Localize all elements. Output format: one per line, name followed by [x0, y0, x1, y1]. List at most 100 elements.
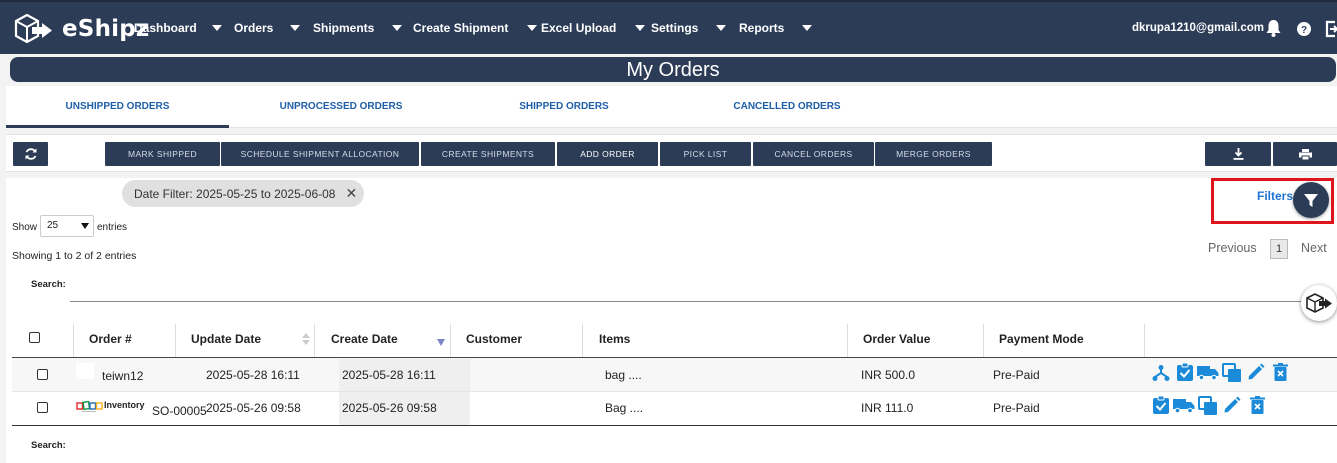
- edit-icon[interactable]: [1223, 396, 1241, 419]
- nav-orders[interactable]: Orders: [234, 21, 301, 35]
- chevron-down-icon: [527, 25, 538, 31]
- source-name: Inventory: [104, 400, 145, 410]
- order-number[interactable]: teiwn12: [102, 369, 143, 383]
- pick-list-button[interactable]: PICK LIST: [660, 142, 751, 166]
- clipboard-check-icon[interactable]: [1176, 362, 1194, 386]
- chevron-down-icon: [802, 25, 813, 31]
- header-update-date[interactable]: Update Date: [191, 332, 261, 346]
- download-button[interactable]: [1205, 142, 1271, 166]
- header-items[interactable]: Items: [599, 332, 630, 346]
- entries-label: entries: [97, 222, 128, 233]
- copy-icon[interactable]: [1198, 396, 1218, 420]
- tab-shipped-orders[interactable]: SHIPPED ORDERS: [453, 86, 675, 128]
- update-date: 2025-05-28 16:11: [206, 368, 300, 382]
- order-number[interactable]: SO-00005: [152, 404, 207, 418]
- bell-icon[interactable]: [1265, 19, 1282, 42]
- user-email[interactable]: dkrupa1210@gmail.com: [1132, 22, 1264, 34]
- eshipz-float-icon[interactable]: [1301, 285, 1337, 321]
- items: Bag ....: [605, 401, 644, 415]
- filters-link[interactable]: Filters: [1257, 189, 1293, 203]
- create-shipments-button[interactable]: CREATE SHIPMENTS: [421, 142, 555, 166]
- order-toolbar: MARK SHIPPED SCHEDULE SHIPMENT ALLOCATIO…: [6, 134, 1337, 172]
- copy-icon[interactable]: [1222, 363, 1242, 387]
- zoho-logo-icon: [76, 400, 103, 418]
- select-all-checkbox[interactable]: [29, 332, 40, 343]
- truck-icon[interactable]: [1173, 398, 1195, 418]
- delete-icon[interactable]: [1250, 396, 1265, 419]
- nav-label: Dashboard: [134, 21, 197, 35]
- sort-desc-icon: [302, 340, 310, 345]
- delete-icon[interactable]: [1273, 363, 1288, 386]
- merge-orders-button[interactable]: MERGE ORDERS: [875, 142, 992, 166]
- add-order-button[interactable]: ADD ORDER: [557, 142, 658, 166]
- order-value: INR 500.0: [861, 368, 916, 382]
- nav-shipments[interactable]: Shipments: [313, 21, 403, 35]
- entries-select[interactable]: 25: [40, 215, 94, 237]
- entries-value: 25: [47, 220, 59, 231]
- payment-mode: Pre-Paid: [993, 401, 1040, 415]
- search-label: Search:: [31, 279, 66, 290]
- box-arrow-logo-icon: [12, 12, 54, 46]
- help-icon[interactable]: ?: [1297, 22, 1311, 41]
- date-filter-text: Date Filter: 2025-05-25 to 2025-06-08: [134, 186, 336, 201]
- chevron-down-icon: [81, 223, 89, 229]
- nav-settings[interactable]: Settings: [651, 21, 727, 35]
- print-button[interactable]: [1273, 142, 1337, 166]
- tab-unprocessed-orders[interactable]: UNPROCESSED ORDERS: [229, 86, 453, 128]
- page-title: My Orders: [10, 57, 1336, 82]
- header-create-date[interactable]: Create Date: [331, 332, 398, 346]
- column-divider: [1144, 324, 1145, 358]
- clipboard-check-icon[interactable]: [1152, 395, 1170, 419]
- items: bag ....: [605, 368, 642, 382]
- header-order-value[interactable]: Order Value: [863, 332, 930, 346]
- nav-reports[interactable]: Reports: [739, 21, 813, 35]
- mark-shipped-button[interactable]: MARK SHIPPED: [105, 142, 220, 166]
- show-label: Show: [12, 222, 38, 233]
- logout-icon[interactable]: [1325, 20, 1337, 43]
- truck-icon[interactable]: [1197, 365, 1219, 385]
- column-divider: [582, 324, 583, 358]
- nav-label: Reports: [739, 21, 785, 35]
- pagination-previous[interactable]: Previous: [1208, 241, 1257, 255]
- chevron-down-icon: [635, 25, 646, 31]
- cancel-orders-button[interactable]: CANCEL ORDERS: [753, 142, 874, 166]
- nav-label: Orders: [234, 21, 274, 35]
- header-customer[interactable]: Customer: [466, 332, 522, 346]
- date-filter-chip[interactable]: Date Filter: 2025-05-25 to 2025-06-08 ✕: [122, 180, 364, 207]
- column-divider: [450, 324, 451, 358]
- nav-label: Settings: [651, 21, 699, 35]
- payment-mode: Pre-Paid: [993, 368, 1040, 382]
- column-divider: [847, 324, 848, 358]
- update-date: 2025-05-26 09:58: [206, 401, 301, 415]
- footer-search-label: Search:: [31, 440, 66, 451]
- chevron-down-icon: [392, 25, 403, 31]
- column-divider: [314, 324, 315, 358]
- pagination-page-1[interactable]: 1: [1270, 239, 1288, 259]
- create-date: 2025-05-26 09:58: [342, 401, 437, 415]
- tab-cancelled-orders[interactable]: CANCELLED ORDERS: [675, 86, 899, 128]
- edit-icon[interactable]: [1247, 363, 1265, 386]
- entries-info: Showing 1 to 2 of 2 entries: [12, 250, 137, 262]
- row-checkbox[interactable]: [37, 402, 48, 413]
- funnel-icon: [1304, 194, 1318, 207]
- split-order-icon[interactable]: [1152, 364, 1170, 387]
- header-order-number[interactable]: Order #: [89, 332, 132, 346]
- search-input[interactable]: [70, 301, 1337, 302]
- schedule-shipment-allocation-button[interactable]: SCHEDULE SHIPMENT ALLOCATION: [221, 142, 419, 166]
- header-payment-mode[interactable]: Payment Mode: [999, 332, 1084, 346]
- chevron-down-icon: [290, 25, 301, 31]
- close-icon[interactable]: ✕: [345, 185, 357, 202]
- nav-label: Excel Upload: [541, 21, 617, 35]
- nav-excel-upload[interactable]: Excel Upload: [541, 21, 646, 35]
- order-tabs: UNSHIPPED ORDERS UNPROCESSED ORDERS SHIP…: [6, 86, 1337, 128]
- nav-dashboard[interactable]: Dashboard: [134, 21, 222, 35]
- pagination-next[interactable]: Next: [1301, 241, 1327, 255]
- refresh-button[interactable]: [13, 142, 48, 166]
- nav-create-shipment[interactable]: Create Shipment: [413, 21, 538, 35]
- row-checkbox[interactable]: [37, 369, 48, 380]
- brand-logo[interactable]: eShipz: [12, 12, 149, 46]
- nav-label: Create Shipment: [413, 21, 509, 35]
- sort-asc-icon: [302, 333, 310, 338]
- filter-button[interactable]: [1293, 182, 1329, 218]
- tab-unshipped-orders[interactable]: UNSHIPPED ORDERS: [6, 86, 229, 128]
